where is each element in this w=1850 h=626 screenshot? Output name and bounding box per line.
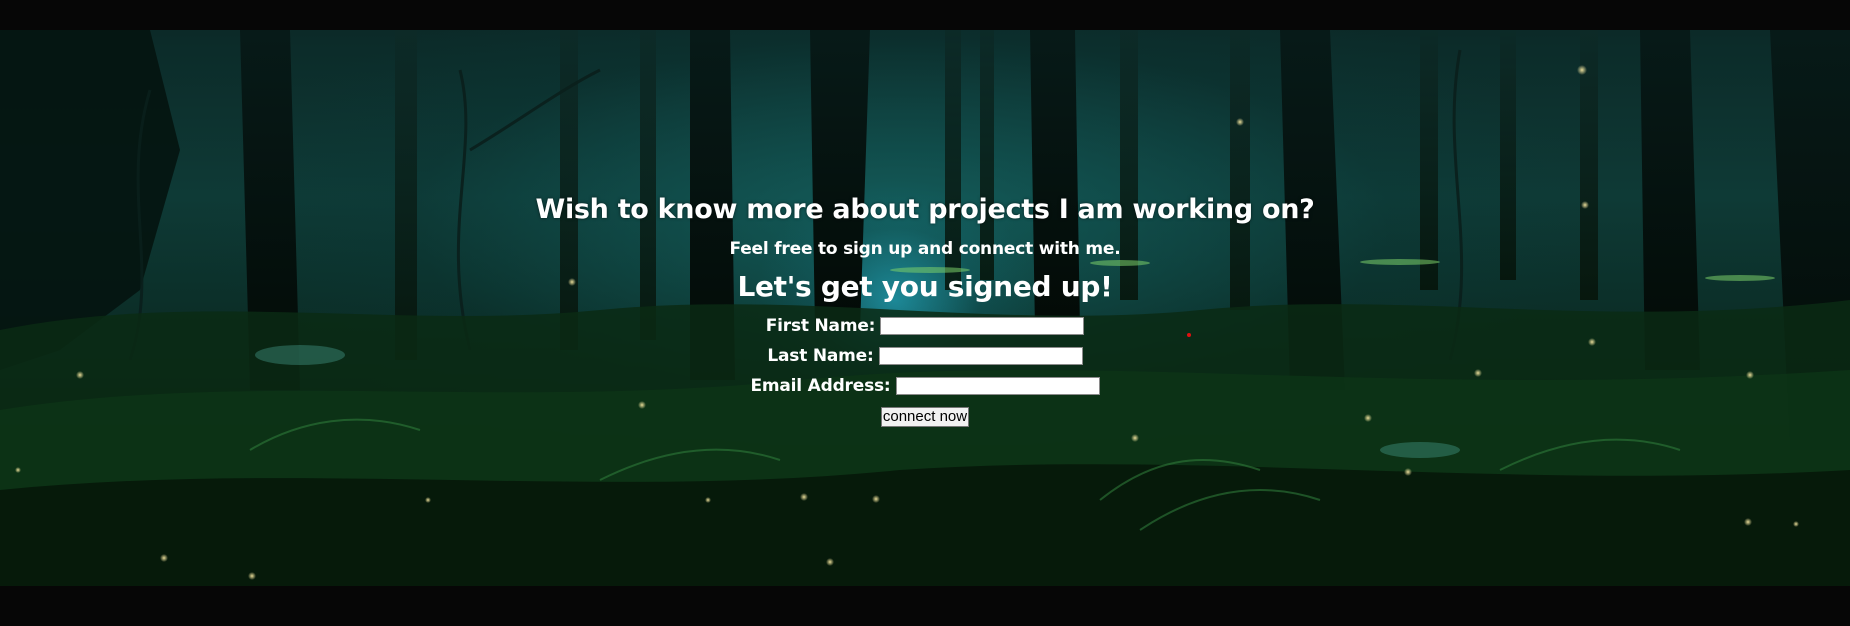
forest-illustration	[0, 30, 1850, 586]
first-name-field[interactable]	[880, 317, 1085, 335]
submit-row: connect now	[0, 407, 1850, 427]
first-name-label: First Name:	[765, 316, 876, 336]
page: Wish to know more about projects I am wo…	[0, 0, 1850, 626]
email-label: Email Address:	[750, 376, 891, 396]
email-field[interactable]	[895, 377, 1100, 395]
signup-heading: Let's get you signed up!	[737, 270, 1113, 303]
signup-invite-text: Feel free to sign up and connect with me…	[729, 239, 1121, 259]
red-dot-marker	[1187, 333, 1191, 337]
projects-question-heading: Wish to know more about projects I am wo…	[535, 194, 1315, 225]
last-name-row: Last Name:	[0, 346, 1850, 366]
first-name-row: First Name:	[0, 316, 1850, 336]
last-name-field[interactable]	[878, 347, 1083, 365]
email-row: Email Address:	[0, 376, 1850, 396]
last-name-label: Last Name:	[767, 346, 874, 366]
connect-now-button[interactable]: connect now	[880, 407, 970, 427]
forest-background-image	[0, 30, 1850, 586]
